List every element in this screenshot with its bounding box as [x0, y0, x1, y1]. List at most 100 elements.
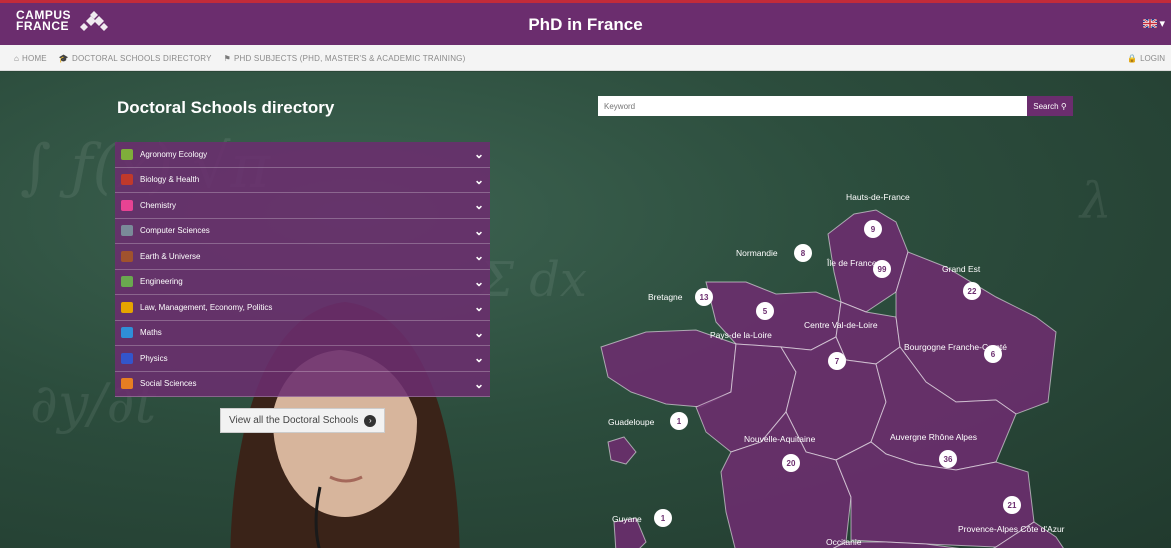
- region-label[interactable]: Normandie: [736, 248, 778, 258]
- region-count-badge[interactable]: 13: [695, 288, 713, 306]
- chevron-down-icon[interactable]: ⌄: [474, 249, 484, 263]
- language-selector[interactable]: ▾: [1143, 17, 1165, 30]
- region-count-badge[interactable]: 1: [670, 412, 688, 430]
- chevron-down-icon[interactable]: ⌄: [474, 198, 484, 212]
- uk-flag-icon: [1143, 19, 1158, 28]
- region-count-badge[interactable]: 1: [654, 509, 672, 527]
- region-count-badge[interactable]: 7: [828, 352, 846, 370]
- france-map: Hauts-de-France 9 Normandie 8 Île de France 9…: [596, 142, 1076, 548]
- breadcrumb-directory-label: DOCTORAL SCHOOLS DIRECTORY: [72, 54, 212, 63]
- region-label[interactable]: Provence-Alpes Côte d'Azur: [958, 524, 1065, 534]
- region-count-badge[interactable]: 8: [794, 244, 812, 262]
- gears-icon: [121, 276, 133, 288]
- chevron-down-icon[interactable]: ⌄: [474, 224, 484, 238]
- accordion-item[interactable]: Earth & Universe ⌄: [115, 244, 490, 270]
- accordion-item-label: Maths: [140, 328, 162, 338]
- login-label: LOGIN: [1140, 54, 1165, 63]
- search-input[interactable]: [598, 96, 1027, 116]
- region-label[interactable]: Occitanie: [826, 537, 861, 547]
- accordion-item-label: Biology & Health: [140, 175, 200, 185]
- building-icon: [121, 301, 133, 313]
- chevron-down-icon: ▾: [1159, 18, 1165, 30]
- region-count-badge[interactable]: 5: [756, 302, 774, 320]
- accordion-item-label: Computer Sciences: [140, 226, 210, 236]
- search-button[interactable]: Search ⚲: [1027, 96, 1073, 116]
- flask-icon: [121, 199, 133, 211]
- flag-icon: ⚑: [223, 54, 232, 63]
- region-label[interactable]: Pays-de la-Loire: [710, 330, 772, 340]
- breadcrumb-bar: ⌂ HOME 🎓 DOCTORAL SCHOOLS DIRECTORY ⚑ PhD S…: [0, 45, 1171, 71]
- region-label[interactable]: Grand Est: [942, 264, 980, 274]
- region-label[interactable]: Guadeloupe: [608, 417, 654, 427]
- region-count-badge[interactable]: 6: [984, 345, 1002, 363]
- region-label[interactable]: Île de France: [827, 258, 877, 268]
- region-guadeloupe[interactable]: [607, 436, 637, 465]
- breadcrumb-home-label: HOME: [22, 54, 47, 63]
- recycle-icon: [121, 148, 133, 160]
- region-label[interactable]: Centre Val-de-Loire: [804, 320, 878, 330]
- lock-icon: 🔒: [1127, 54, 1138, 63]
- breadcrumb-directory[interactable]: 🎓 DOCTORAL SCHOOLS DIRECTORY: [59, 54, 212, 63]
- region-count-badge[interactable]: 21: [1003, 496, 1021, 514]
- field-accordion: Agronomy Ecology ⌄ Biology & Health ⌄ Chemis…: [115, 142, 490, 397]
- breadcrumb: ⌂ HOME 🎓 DOCTORAL SCHOOLS DIRECTORY ⚑ PhD S…: [14, 54, 465, 63]
- accordion-item[interactable]: Social Sciences ⌄: [115, 371, 490, 397]
- accordion-item[interactable]: Law, Management, Economy, Politics ⌄: [115, 295, 490, 321]
- accordion-item[interactable]: Biology & Health ⌄: [115, 167, 490, 193]
- region-count-badge[interactable]: 20: [782, 454, 800, 472]
- monitor-icon: [121, 225, 133, 237]
- region-label[interactable]: Nouvelle-Aquitaine: [744, 434, 815, 444]
- chevron-down-icon[interactable]: ⌄: [474, 377, 484, 391]
- accordion-item-label: Social Sciences: [140, 379, 197, 389]
- accordion-item[interactable]: Chemistry ⌄: [115, 193, 490, 219]
- view-all-schools-button[interactable]: View all the Doctoral Schools ›: [220, 408, 386, 433]
- accordion-item[interactable]: Engineering ⌄: [115, 269, 490, 295]
- region-label[interactable]: Hauts-de-France: [846, 192, 910, 202]
- breadcrumb-subjects-label: PhD SUBJECTS (PhD, MASTER'S & ACADEMIC T…: [234, 54, 466, 63]
- chevron-down-icon[interactable]: ⌄: [474, 173, 484, 187]
- share-icon: [121, 327, 133, 339]
- accordion-item-label: Chemistry: [140, 200, 177, 210]
- home-icon: ⌂: [14, 54, 20, 63]
- accordion-item-label: Law, Management, Economy, Politics: [140, 302, 273, 312]
- graduation-cap-icon: 🎓: [58, 54, 70, 63]
- accordion-item-label: Physics: [140, 353, 168, 363]
- region-count-badge[interactable]: 99: [873, 260, 891, 278]
- chevron-down-icon[interactable]: ⌄: [474, 326, 484, 340]
- people-icon: [121, 378, 133, 390]
- site-title: PhD in France: [528, 15, 643, 34]
- login-link[interactable]: 🔒 LOGIN: [1127, 54, 1165, 63]
- chevron-down-icon[interactable]: ⌄: [474, 351, 484, 365]
- region-count-badge[interactable]: 22: [963, 282, 981, 300]
- heart-icon: [121, 174, 133, 186]
- chalkboard-decoration: λ: [1080, 172, 1112, 230]
- top-header: CAMPUS FRANCE PhD in France ▾: [0, 0, 1171, 45]
- accordion-item-label: Engineering: [140, 277, 183, 287]
- breadcrumb-subjects[interactable]: ⚑ PhD SUBJECTS (PhD, MASTER'S & ACADEMIC …: [224, 54, 466, 63]
- page-title: Doctoral Schools directory: [117, 98, 335, 117]
- accordion-item-label: Agronomy Ecology: [140, 149, 208, 159]
- region-bretagne[interactable]: [600, 329, 737, 408]
- accordion-item[interactable]: Physics ⌄: [115, 346, 490, 372]
- chevron-right-icon: ›: [364, 414, 377, 427]
- chevron-down-icon[interactable]: ⌄: [474, 147, 484, 161]
- search-button-label: Search: [1033, 101, 1059, 111]
- search-icon: ⚲: [1060, 101, 1067, 111]
- accordion-item-label: Earth & Universe: [140, 251, 201, 261]
- breadcrumb-home[interactable]: ⌂ HOME: [14, 54, 47, 63]
- region-label[interactable]: Auvergne Rhône Alpes: [890, 432, 977, 442]
- region-label[interactable]: Bretagne: [648, 292, 683, 302]
- chevron-down-icon[interactable]: ⌄: [474, 275, 484, 289]
- hero-section: ∫ ƒ(x) √π Σ dx ∂y/∂t λ Doctoral Schools …: [0, 72, 1171, 548]
- globe-icon: [121, 250, 133, 262]
- region-count-badge[interactable]: 36: [939, 450, 957, 468]
- accordion-item[interactable]: Maths ⌄: [115, 320, 490, 346]
- search-form: Search ⚲: [598, 96, 1073, 116]
- region-label[interactable]: Guyane: [612, 514, 642, 524]
- accordion-item[interactable]: Computer Sciences ⌄: [115, 218, 490, 244]
- chevron-down-icon[interactable]: ⌄: [474, 300, 484, 314]
- view-all-label: View all the Doctoral Schools: [229, 415, 359, 426]
- atom-icon: [121, 352, 133, 364]
- region-count-badge[interactable]: 9: [864, 220, 882, 238]
- accordion-item[interactable]: Agronomy Ecology ⌄: [115, 142, 490, 168]
